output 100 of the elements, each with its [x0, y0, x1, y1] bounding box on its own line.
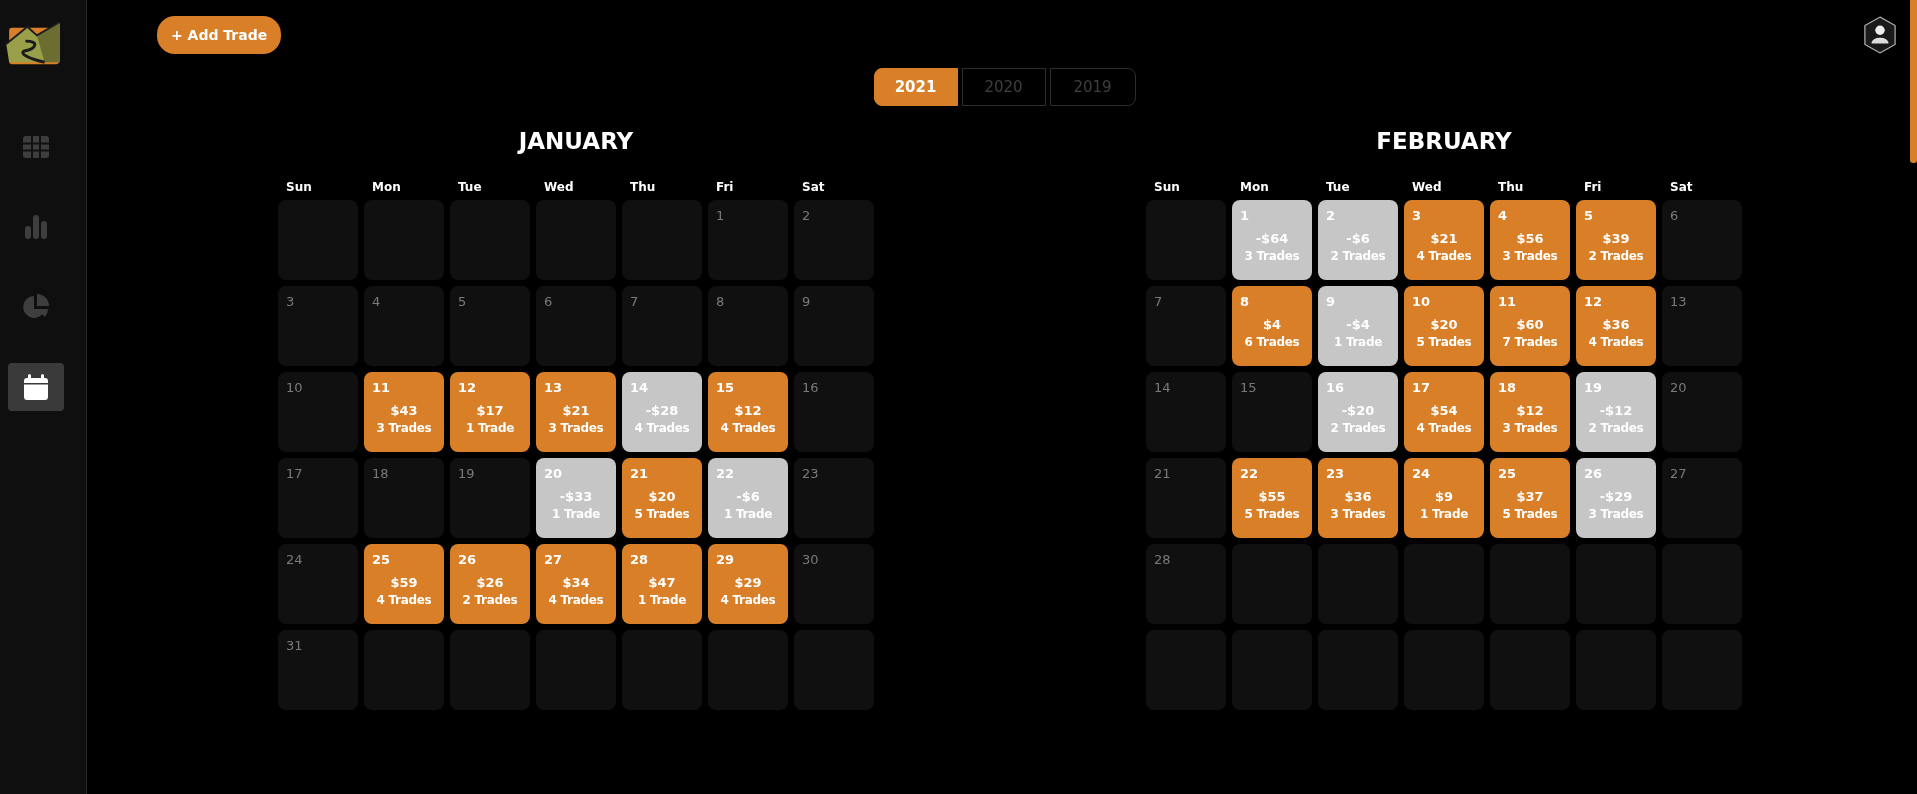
day-cell[interactable]: 22 $55 5 Trades — [1232, 458, 1312, 538]
trade-count: 2 Trades — [1588, 248, 1644, 265]
day-cell[interactable]: 18 $12 3 Trades — [1490, 372, 1570, 452]
nav-item[interactable] — [8, 363, 64, 411]
day-cell[interactable]: 2 — [794, 200, 874, 280]
day-number: 13 — [1670, 294, 1687, 309]
year-tab[interactable]: 2019 — [1049, 68, 1136, 106]
day-cell[interactable]: 11 $43 3 Trades — [364, 372, 444, 452]
day-number: 7 — [630, 294, 639, 309]
pie-chart-icon — [23, 294, 49, 320]
day-cell[interactable]: 15 $12 4 Trades — [708, 372, 788, 452]
day-cell[interactable]: 28 — [1146, 544, 1226, 624]
day-cell[interactable]: 13 — [1662, 286, 1742, 366]
weekday-label: Sun — [1153, 180, 1181, 194]
day-number: 17 — [1412, 380, 1431, 395]
day-cell[interactable]: 30 — [794, 544, 874, 624]
day-cell[interactable]: 5 $39 2 Trades — [1576, 200, 1656, 280]
day-cell[interactable]: 1 — [708, 200, 788, 280]
pnl-amount: -$6 — [1346, 230, 1370, 247]
day-cell[interactable]: 8 — [708, 286, 788, 366]
weekday-label: Sat — [1669, 180, 1694, 194]
day-cell[interactable]: 28 $47 1 Trade — [622, 544, 702, 624]
day-cell[interactable]: 16 -$20 2 Trades — [1318, 372, 1398, 452]
day-cell[interactable]: 15 — [1232, 372, 1312, 452]
day-cell[interactable]: 26 -$29 3 Trades — [1576, 458, 1656, 538]
pnl-amount: $39 — [1602, 230, 1630, 247]
day-number: 8 — [716, 294, 725, 309]
day-cell[interactable]: 23 $36 3 Trades — [1318, 458, 1398, 538]
day-cell[interactable]: 1 -$64 3 Trades — [1232, 200, 1312, 280]
day-cell[interactable]: 27 — [1662, 458, 1742, 538]
day-cell[interactable]: 31 — [278, 630, 358, 710]
pnl-amount: $36 — [1344, 488, 1372, 505]
day-cell[interactable]: 27 $34 4 Trades — [536, 544, 616, 624]
trade-count: 7 Trades — [1502, 334, 1558, 351]
day-cell[interactable]: 21 $20 5 Trades — [622, 458, 702, 538]
day-cell[interactable]: 17 $54 4 Trades — [1404, 372, 1484, 452]
day-cell[interactable]: 19 — [450, 458, 530, 538]
day-cell[interactable]: 6 — [1662, 200, 1742, 280]
day-cell[interactable]: 20 — [1662, 372, 1742, 452]
day-cell[interactable]: 24 $9 1 Trade — [1404, 458, 1484, 538]
trade-count: 1 Trade — [723, 506, 772, 523]
day-cell[interactable]: 21 — [1146, 458, 1226, 538]
day-cell[interactable]: 29 $29 4 Trades — [708, 544, 788, 624]
table-icon — [23, 136, 49, 158]
day-cell[interactable]: 17 — [278, 458, 358, 538]
day-cell[interactable]: 9 -$4 1 Trade — [1318, 286, 1398, 366]
day-number: 2 — [1326, 208, 1336, 223]
pnl-amount: $59 — [390, 574, 418, 591]
day-cell[interactable]: 25 $37 5 Trades — [1490, 458, 1570, 538]
day-cell[interactable]: 3 $21 4 Trades — [1404, 200, 1484, 280]
day-cell[interactable]: 26 $26 2 Trades — [450, 544, 530, 624]
year-tab[interactable]: 2021 — [873, 68, 958, 106]
day-cell[interactable]: 2 -$6 2 Trades — [1318, 200, 1398, 280]
day-cell[interactable]: 10 $20 5 Trades — [1404, 286, 1484, 366]
scrollbar-thumb[interactable] — [1910, 0, 1917, 163]
day-cell[interactable]: 4 — [364, 286, 444, 366]
user-avatar-icon[interactable] — [1863, 16, 1897, 54]
day-cell[interactable]: 12 $17 1 Trade — [450, 372, 530, 452]
day-number: 16 — [802, 380, 819, 395]
day-cell[interactable]: 7 — [1146, 286, 1226, 366]
day-cell[interactable]: 8 $4 6 Trades — [1232, 286, 1312, 366]
trade-count: 6 Trades — [1244, 334, 1300, 351]
day-number: 5 — [458, 294, 467, 309]
day-cell[interactable]: 22 -$6 1 Trade — [708, 458, 788, 538]
day-cell[interactable]: 18 — [364, 458, 444, 538]
day-cell[interactable]: 3 — [278, 286, 358, 366]
day-cell[interactable]: 24 — [278, 544, 358, 624]
day-cell[interactable]: 10 — [278, 372, 358, 452]
day-cell[interactable]: 23 — [794, 458, 874, 538]
day-cell[interactable]: 25 $59 4 Trades — [364, 544, 444, 624]
year-tab[interactable]: 2020 — [961, 68, 1046, 106]
add-trade-button[interactable]: + Add Trade — [157, 16, 282, 54]
day-cell[interactable]: 7 — [622, 286, 702, 366]
trade-count: 4 Trades — [720, 592, 776, 609]
day-cell[interactable]: 6 — [536, 286, 616, 366]
pnl-amount: $4 — [1262, 316, 1282, 333]
day-cell[interactable]: 13 $21 3 Trades — [536, 372, 616, 452]
day-number: 18 — [1498, 380, 1517, 395]
day-cell[interactable]: 19 -$12 2 Trades — [1576, 372, 1656, 452]
day-number: 12 — [1584, 294, 1603, 309]
day-cell[interactable]: 12 $36 4 Trades — [1576, 286, 1656, 366]
trade-count: 1 Trade — [551, 506, 600, 523]
day-cell[interactable]: 14 -$28 4 Trades — [622, 372, 702, 452]
trade-count: 1 Trade — [637, 592, 686, 609]
day-cell[interactable]: 9 — [794, 286, 874, 366]
day-cell[interactable]: 14 — [1146, 372, 1226, 452]
day-cell[interactable]: 11 $60 7 Trades — [1490, 286, 1570, 366]
pnl-amount: $21 — [562, 402, 590, 419]
day-number: 10 — [1412, 294, 1431, 309]
weekday-label: Mon — [1239, 180, 1270, 194]
pnl-amount: $47 — [648, 574, 676, 591]
day-cell[interactable]: 20 -$33 1 Trade — [536, 458, 616, 538]
day-number: 10 — [286, 380, 303, 395]
day-cell[interactable]: 16 — [794, 372, 874, 452]
pnl-amount: -$20 — [1341, 402, 1375, 419]
day-number: 1 — [716, 208, 725, 223]
day-cell[interactable]: 4 $56 3 Trades — [1490, 200, 1570, 280]
trade-count: 1 Trade — [465, 420, 514, 437]
day-number: 25 — [1498, 466, 1517, 481]
day-cell[interactable]: 5 — [450, 286, 530, 366]
